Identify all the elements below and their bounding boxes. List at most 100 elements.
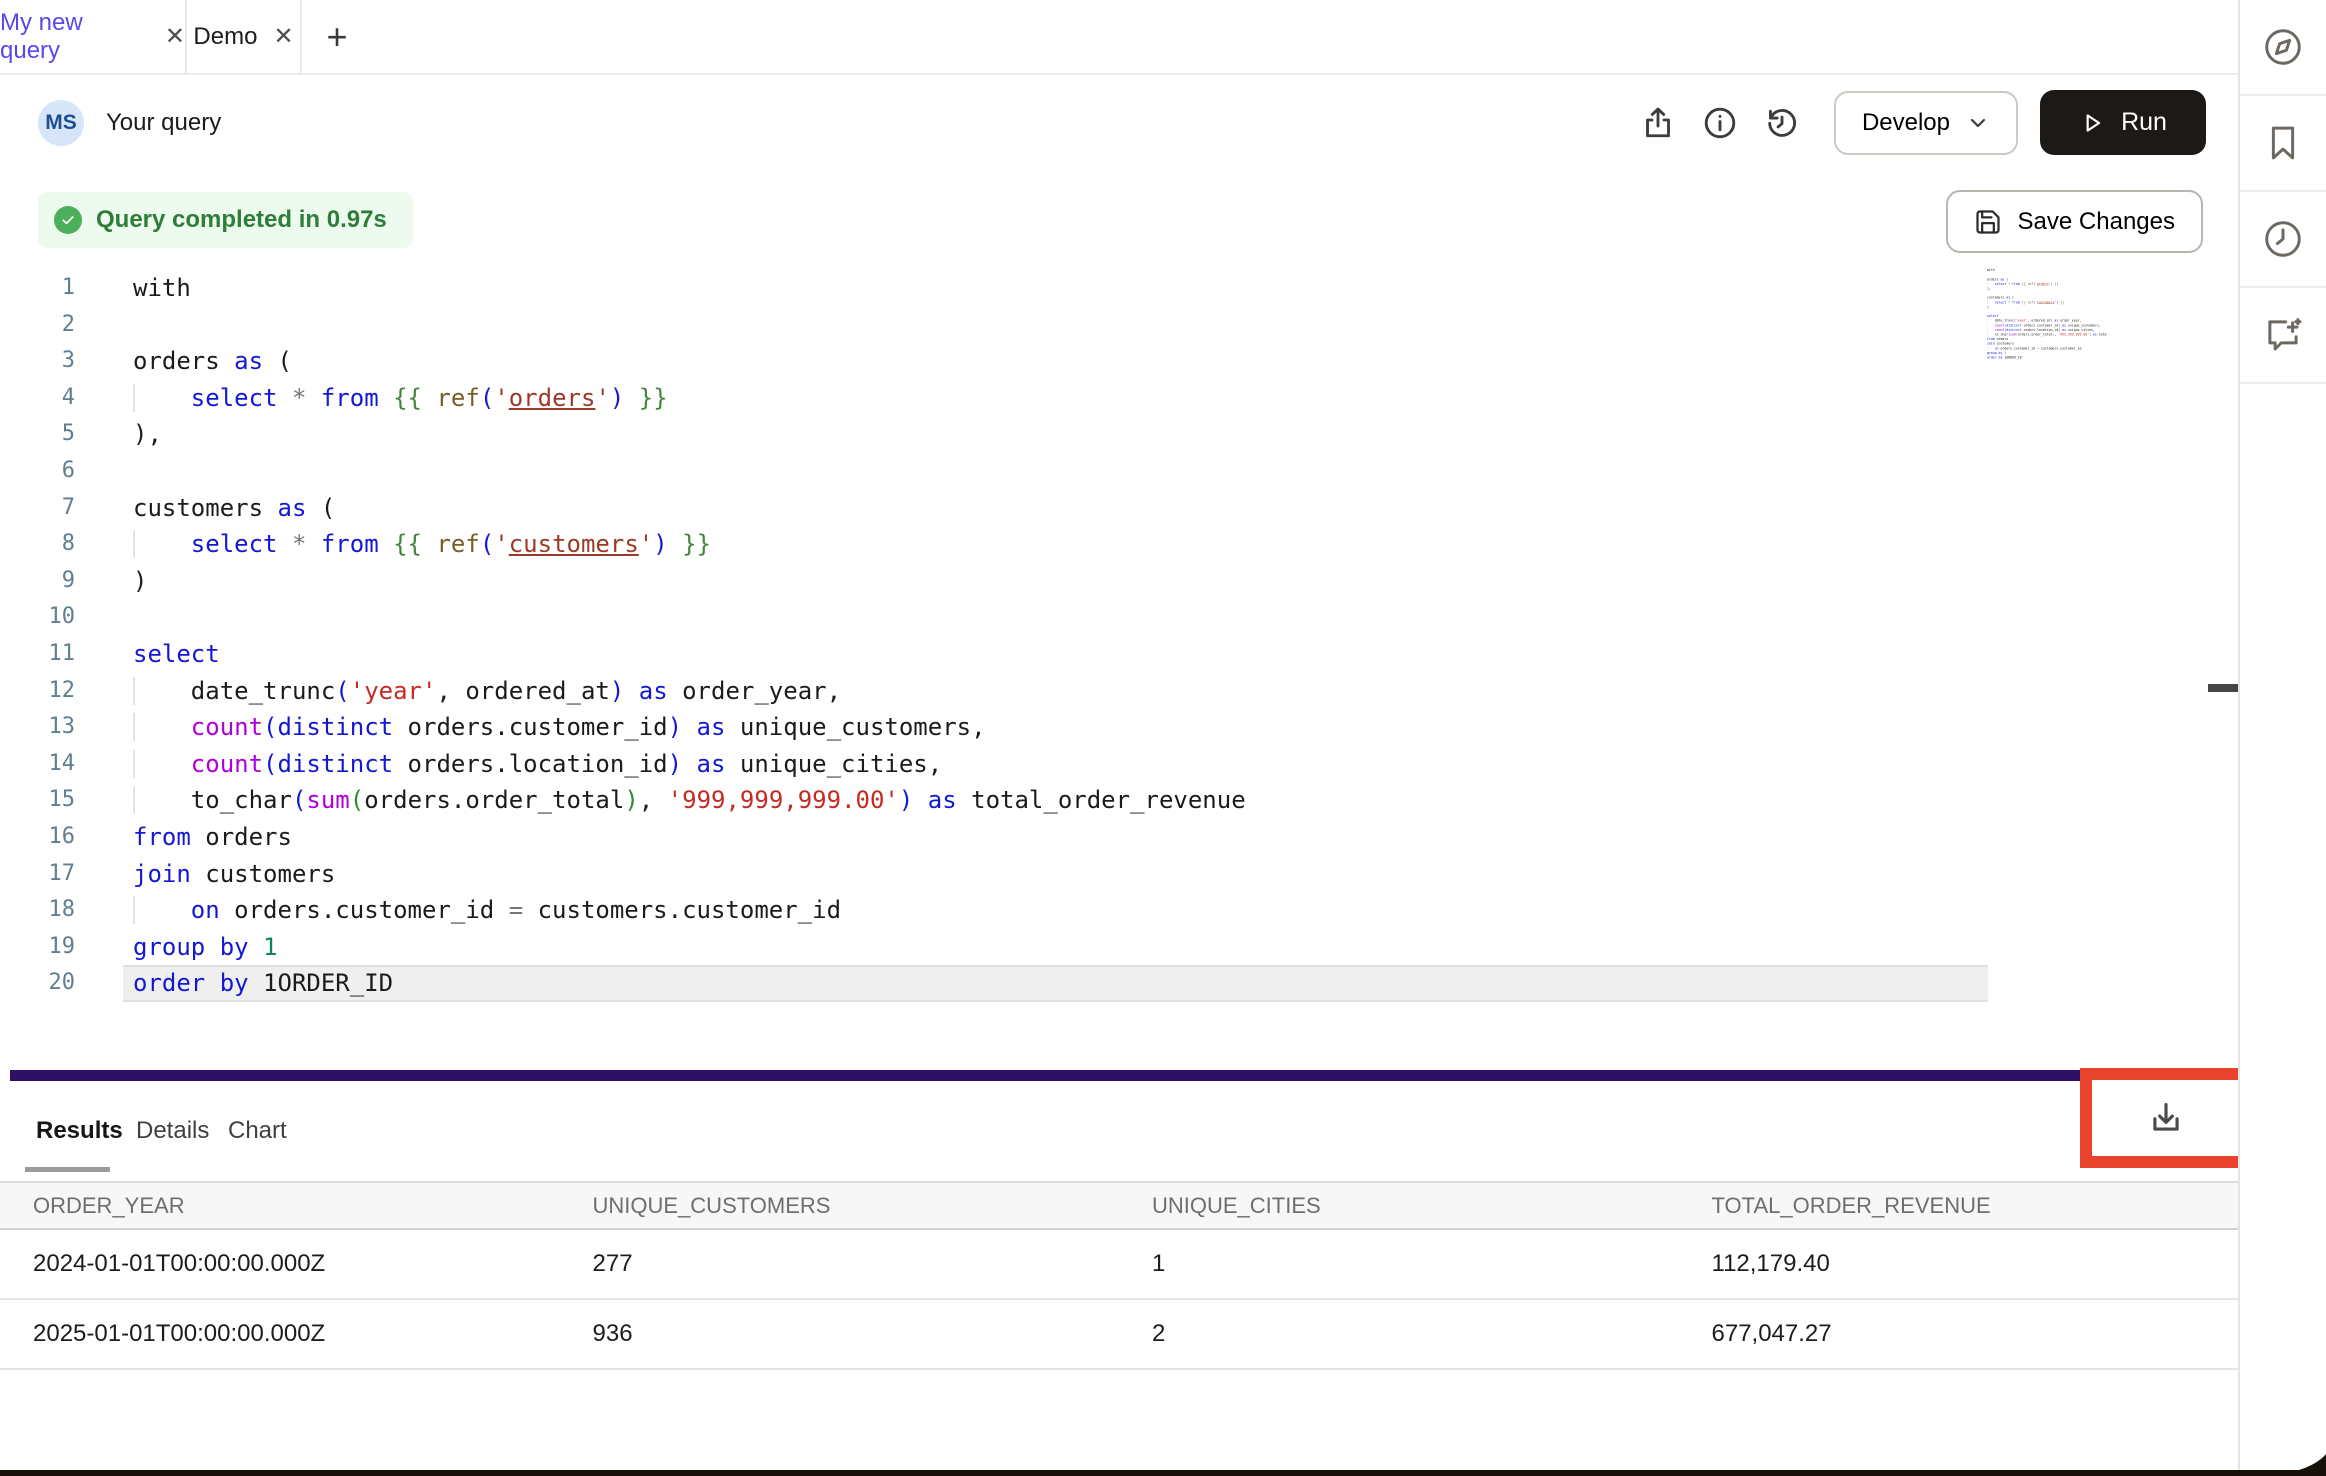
history-panel-button[interactable] — [2240, 192, 2326, 288]
column-header: UNIQUE_CUSTOMERS — [560, 1193, 1120, 1219]
save-changes-button[interactable]: Save Changes — [1946, 190, 2203, 253]
line-number: 2 — [0, 307, 75, 344]
line-number: 19 — [0, 929, 75, 966]
bottom-edge-bar — [0, 1470, 2326, 1476]
code-line: order by 1ORDER_ID — [1987, 355, 2107, 360]
share-button[interactable] — [1636, 101, 1680, 145]
pane-resize-divider[interactable] — [10, 1070, 2238, 1081]
results-table: ORDER_YEARUNIQUE_CUSTOMERSUNIQUE_CITIEST… — [0, 1181, 2238, 1370]
chat-sparkle-icon — [2262, 314, 2304, 356]
chevron-down-icon — [1966, 111, 1990, 135]
avatar: MS — [38, 100, 84, 146]
line-number: 1 — [0, 270, 75, 307]
download-icon — [2147, 1099, 2185, 1137]
save-changes-label: Save Changes — [2018, 208, 2175, 236]
info-button[interactable] — [1698, 101, 1742, 145]
line-number: 5 — [0, 416, 75, 453]
line-number: 20 — [0, 965, 75, 1002]
sql-editor[interactable]: 1with2 3orders as (4 select * from {{ re… — [0, 270, 2238, 1070]
table-cell: 2024-01-01T00:00:00.000Z — [0, 1250, 560, 1278]
tab-chart[interactable]: Chart — [228, 1081, 287, 1181]
tab-demo[interactable]: Demo ✕ — [187, 0, 302, 73]
line-number: 8 — [0, 526, 75, 563]
code-line: 14 count(distinct orders.location_id) as… — [0, 746, 2238, 783]
info-icon — [1702, 105, 1738, 141]
code-line: 9) — [0, 563, 2238, 600]
line-number: 10 — [0, 599, 75, 636]
table-cell: 936 — [560, 1320, 1120, 1348]
annotation-highlight-box — [2080, 1068, 2252, 1168]
tab-label: My new query — [0, 9, 149, 65]
bottom-corner-swoosh — [2266, 1452, 2326, 1476]
close-icon[interactable]: ✕ — [273, 25, 293, 49]
editor-tab-bar: My new query ✕ Demo ✕ + — [0, 0, 2238, 75]
explore-button[interactable] — [2240, 0, 2326, 96]
code-line: 15 to_char(sum(orders.order_total), '999… — [0, 782, 2238, 819]
line-number: 16 — [0, 819, 75, 856]
table-body: 2024-01-01T00:00:00.000Z2771112,179.4020… — [0, 1230, 2238, 1370]
download-results-button[interactable] — [2147, 1099, 2185, 1137]
code-line: 7customers as ( — [0, 490, 2238, 527]
develop-label: Develop — [1862, 109, 1950, 137]
code-line: 10 — [0, 599, 2238, 636]
code-line: 4 select * from {{ ref('orders') }} — [0, 380, 2238, 417]
status-row: Query completed in 0.97s Save Changes — [0, 170, 2238, 262]
code-line: 8 select * from {{ ref('customers') }} — [0, 526, 2238, 563]
history-button[interactable] — [1760, 101, 1804, 145]
status-message: Query completed in 0.97s — [96, 206, 387, 234]
main-column: My new query ✕ Demo ✕ + MS Your query — [0, 0, 2238, 1476]
line-number: 9 — [0, 563, 75, 600]
page-title: Your query — [106, 109, 221, 137]
line-number: 3 — [0, 343, 75, 380]
scrollbar-handle[interactable] — [2208, 684, 2238, 692]
editor-minimap[interactable]: with orders as ( select * from {{ ref('o… — [1987, 268, 2107, 363]
bookmarks-button[interactable] — [2240, 96, 2326, 192]
code-line: 6 — [0, 453, 2238, 490]
tab-label: Demo — [193, 23, 257, 51]
query-header: MS Your query — [0, 75, 2238, 170]
active-tab-underline — [25, 1167, 110, 1172]
results-tab-bar: Results Details Chart — [0, 1081, 2238, 1181]
line-number: 4 — [0, 380, 75, 417]
run-label: Run — [2121, 108, 2167, 137]
ai-chat-button[interactable] — [2240, 288, 2326, 384]
table-row: 2025-01-01T00:00:00.000Z9362677,047.27 — [0, 1300, 2238, 1370]
code-line: 16from orders — [0, 819, 2238, 856]
table-cell: 2025-01-01T00:00:00.000Z — [0, 1320, 560, 1348]
code-line: 19group by 1 — [0, 929, 2238, 966]
code-line: 17join customers — [0, 856, 2238, 893]
close-icon[interactable]: ✕ — [165, 25, 185, 49]
code-line: 2 — [0, 307, 2238, 344]
right-toolbar — [2238, 0, 2326, 1476]
header-actions: Develop Run — [1636, 90, 2206, 155]
check-circle-icon — [54, 206, 82, 234]
line-number: 11 — [0, 636, 75, 673]
line-number: 6 — [0, 453, 75, 490]
code-line: 11select — [0, 636, 2238, 673]
table-cell: 1 — [1119, 1250, 1679, 1278]
compass-icon — [2262, 26, 2304, 68]
table-header-row: ORDER_YEARUNIQUE_CUSTOMERSUNIQUE_CITIEST… — [0, 1181, 2238, 1230]
column-header: UNIQUE_CITIES — [1119, 1193, 1679, 1219]
line-number: 13 — [0, 709, 75, 746]
develop-button[interactable]: Develop — [1834, 91, 2018, 155]
line-number: 7 — [0, 490, 75, 527]
clock-icon — [2262, 218, 2304, 260]
code-line: 12 date_trunc('year', ordered_at) as ord… — [0, 673, 2238, 710]
save-icon — [1974, 208, 2002, 236]
code-line: 1with — [0, 270, 2238, 307]
tab-results[interactable]: Results — [36, 1081, 123, 1181]
tab-my-new-query[interactable]: My new query ✕ — [0, 0, 187, 73]
code-line: 13 count(distinct orders.customer_id) as… — [0, 709, 2238, 746]
tab-details[interactable]: Details — [136, 1081, 209, 1181]
table-row: 2024-01-01T00:00:00.000Z2771112,179.40 — [0, 1230, 2238, 1300]
column-header: TOTAL_ORDER_REVENUE — [1679, 1193, 2239, 1219]
new-tab-button[interactable]: + — [302, 0, 372, 73]
table-cell: 677,047.27 — [1679, 1320, 2239, 1348]
table-cell: 277 — [560, 1250, 1120, 1278]
line-number: 14 — [0, 746, 75, 783]
run-button[interactable]: Run — [2040, 90, 2206, 155]
bookmark-icon — [2262, 122, 2304, 164]
history-icon — [1764, 105, 1800, 141]
code-line: 20order by 1ORDER_ID — [0, 965, 2238, 1002]
